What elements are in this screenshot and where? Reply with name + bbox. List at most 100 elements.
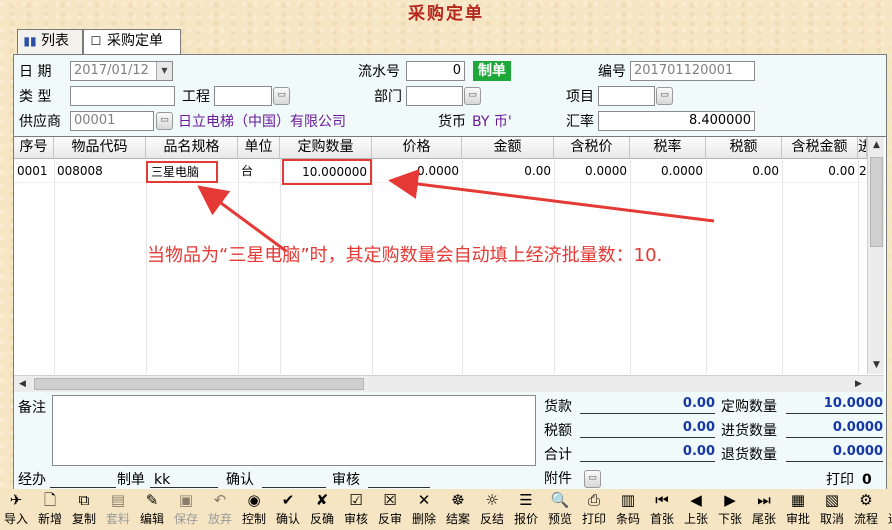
toolbar-button-print[interactable]: ⎙ 打印 <box>576 489 612 530</box>
scroll-thumb[interactable] <box>870 157 883 247</box>
confirm-label: 确认 <box>226 472 254 488</box>
scroll-thumb[interactable] <box>34 378 364 390</box>
toolbar-button-close-case[interactable]: ☸ 结案 <box>440 489 476 530</box>
exit-icon: ⏏ <box>882 489 892 511</box>
toolbar-button-undo[interactable]: ↶ 放弃 <box>202 489 238 530</box>
annotation-arrow-right <box>388 169 715 223</box>
toolbar-button-label: 套料 <box>105 512 130 526</box>
toolbar-button-label: 编辑 <box>139 512 164 526</box>
supplier-code-field[interactable]: 00001 <box>70 111 154 131</box>
serial-field[interactable]: 0 <box>406 61 465 81</box>
toolbar-button-label: 审批 <box>785 512 810 526</box>
toolbar-button-label: 反确 <box>309 512 334 526</box>
order-qty-label: 定购数量 <box>721 399 777 415</box>
item-field[interactable] <box>598 86 655 106</box>
toolbar-button-label: 控制 <box>241 512 266 526</box>
dept-label: 部门 <box>374 89 402 105</box>
toolbar-button-label: 删除 <box>411 512 436 526</box>
toolbar-button-reopen-case[interactable]: ☼ 反结 <box>474 489 510 530</box>
toolbar-button-first[interactable]: ⏮ 首张 <box>644 489 680 530</box>
vertical-scrollbar[interactable]: ▲ ▼ <box>867 137 884 374</box>
workflow-icon: ⚙ <box>859 491 873 509</box>
reopen-case-icon: ☼ <box>485 491 499 509</box>
rate-field[interactable]: 8.400000 <box>598 111 755 131</box>
toolbar-button-audit[interactable]: ☑ 审核 <box>338 489 374 530</box>
scroll-right-icon[interactable]: ▶ <box>850 376 867 393</box>
type-field[interactable] <box>70 86 175 106</box>
toolbar-button-preview[interactable]: 🔍 预览 <box>542 489 578 530</box>
return-qty-value: 0.0000 <box>786 444 883 462</box>
toolbar-button-control[interactable]: ◉ 控制 <box>236 489 272 530</box>
remark-textarea[interactable] <box>52 395 536 466</box>
toolbar-button-approve[interactable]: ▦ 审批 <box>780 489 816 530</box>
lookup-icon[interactable]: ▭ <box>464 87 481 105</box>
toolbar-button-edit[interactable]: ✎ 编辑 <box>134 489 170 530</box>
tab-purchase-order[interactable]: ☐ 采购定单 <box>83 29 181 55</box>
total-value: 0.00 <box>580 444 715 462</box>
toolbar: ✈ 导入 🗋 新增 ⧉ 复制 ▤ 套料 ✎ 编辑 ▣ 保存 ↶ 放弃 ◉ 控制 ✔ 确认 ✘ 反确 ☑ 审核 ☒ 反审 ✕ 删除 ☸… <box>0 489 892 530</box>
in-qty-value: 0.0000 <box>786 420 883 438</box>
prev-icon: ◀ <box>690 491 702 509</box>
toolbar-button-label: 预览 <box>547 512 572 526</box>
lookup-icon[interactable]: ▭ <box>656 87 673 105</box>
toolbar-button-label: 放弃 <box>207 512 232 526</box>
toolbar-button-save[interactable]: ▣ 保存 <box>168 489 204 530</box>
toolbar-button-cancel[interactable]: ▧ 取消 <box>814 489 850 530</box>
scroll-left-icon[interactable]: ◀ <box>14 376 31 393</box>
tab-list[interactable]: ▮▮ 列表 <box>17 29 83 54</box>
toolbar-button-exit[interactable]: ⏏退出 <box>882 489 892 530</box>
toolbar-button-workflow[interactable]: ⚙ 流程 <box>848 489 884 530</box>
delete-icon: ✕ <box>417 491 431 509</box>
edit-icon: ✎ <box>145 491 159 509</box>
project-eng-field[interactable] <box>214 86 272 106</box>
toolbar-button-unaudit[interactable]: ☒ 反审 <box>372 489 408 530</box>
toolbar-button-prev[interactable]: ◀ 上张 <box>678 489 714 530</box>
toolbar-button-delete[interactable]: ✕ 删除 <box>406 489 442 530</box>
scroll-down-icon[interactable]: ▼ <box>868 357 885 374</box>
toolbar-button-label: 复制 <box>71 512 96 526</box>
toolbar-button-kit[interactable]: ▤ 套料 <box>100 489 136 530</box>
lookup-icon[interactable]: ▭ <box>156 112 173 130</box>
toolbar-button-label: 退出 <box>882 511 892 527</box>
toolbar-button-label: 上张 <box>683 512 708 526</box>
scroll-up-icon[interactable]: ▲ <box>868 137 885 154</box>
number-field[interactable]: 201701120001 <box>630 61 755 81</box>
preview-icon: 🔍 <box>550 491 570 509</box>
confirm-icon: ✔ <box>281 491 295 509</box>
confirm-field <box>262 470 326 488</box>
annotation-text: 当物品为“三星电脑”时，其定购数量会自动填上经济批量数：10. <box>147 245 663 266</box>
toolbar-button-quote[interactable]: ☰ 报价 <box>508 489 544 530</box>
project-eng-label: 工程 <box>182 89 210 105</box>
toolbar-button-new-doc[interactable]: 🗋 新增 <box>32 489 68 530</box>
date-field[interactable]: 2017/01/12 ▼ <box>70 61 173 81</box>
print-icon: ⎙ <box>587 491 600 509</box>
chevron-down-icon[interactable]: ▼ <box>156 62 172 80</box>
toolbar-button-label: 新增 <box>37 512 62 526</box>
toolbar-button-label: 结案 <box>445 512 470 526</box>
remark-label: 备注 <box>18 400 46 416</box>
total-label: 合计 <box>544 447 572 463</box>
dept-field[interactable] <box>406 86 463 106</box>
audit-field <box>368 470 430 488</box>
toolbar-button-label: 确认 <box>275 512 300 526</box>
supplier-name: 日立电梯（中国）有限公司 <box>178 114 346 130</box>
toolbar-button-barcode[interactable]: ▥ 条码 <box>610 489 646 530</box>
toolbar-button-last[interactable]: ⏭ 尾张 <box>746 489 782 530</box>
currency-label: 货币 <box>438 114 466 130</box>
handler-label: 经办 <box>18 472 46 488</box>
form-edit-icon: ☐ <box>90 34 102 48</box>
toolbar-button-next[interactable]: ▶ 下张 <box>712 489 748 530</box>
number-label: 编号 <box>598 64 626 80</box>
bar-chart-icon: ▮▮ <box>23 34 37 48</box>
toolbar-button-copy[interactable]: ⧉ 复制 <box>66 489 102 530</box>
lookup-icon[interactable]: ▭ <box>273 87 290 105</box>
toolbar-button-label: 首张 <box>649 512 674 526</box>
attach-label: 附件 <box>544 471 572 487</box>
toolbar-button-unconfirm[interactable]: ✘ 反确 <box>304 489 340 530</box>
toolbar-button-import[interactable]: ✈ 导入 <box>0 489 34 530</box>
attachment-icon[interactable]: ▭ <box>584 470 601 488</box>
return-qty-label: 退货数量 <box>721 447 777 463</box>
horizontal-scrollbar[interactable]: ◀ ▶ <box>14 375 884 392</box>
maker-value: kk <box>150 470 218 488</box>
toolbar-button-confirm[interactable]: ✔ 确认 <box>270 489 306 530</box>
